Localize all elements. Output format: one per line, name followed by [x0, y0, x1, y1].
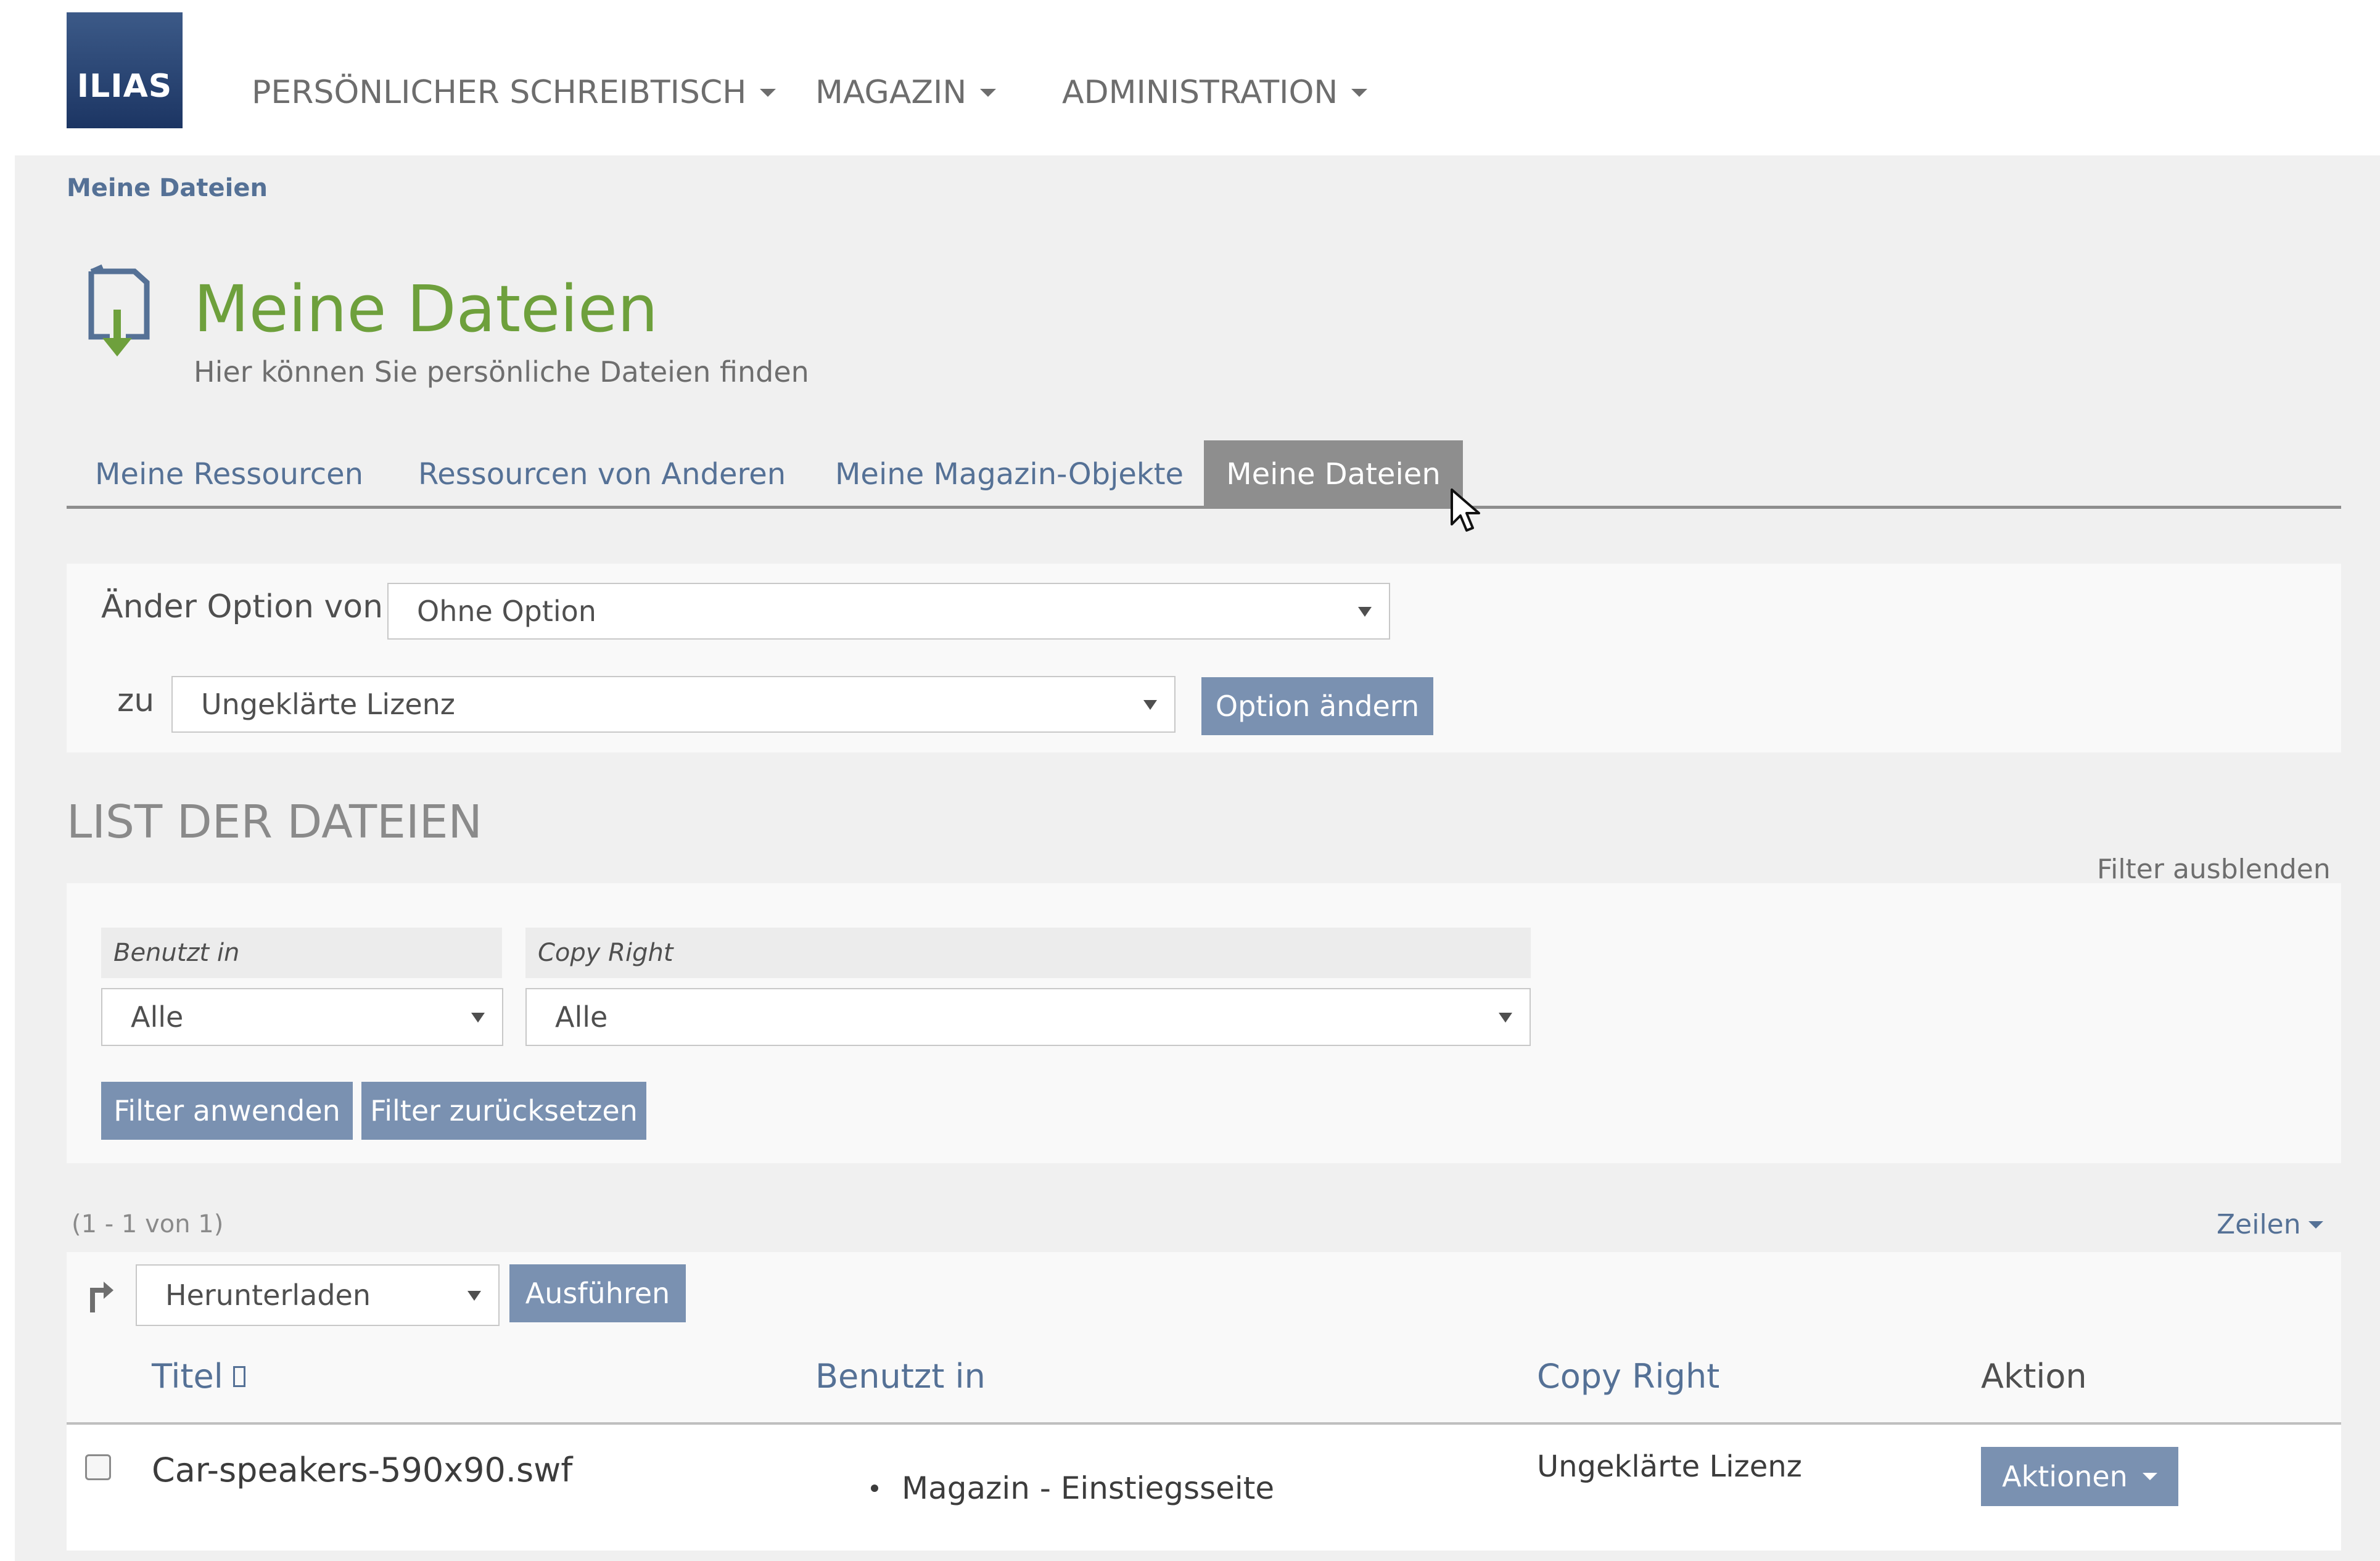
to-option-label: zu: [117, 682, 155, 719]
breadcrumb[interactable]: Meine Dateien: [67, 174, 268, 202]
chevron-down-icon: [2142, 1473, 2157, 1480]
dropdown-arrow-icon: [1358, 607, 1372, 617]
chevron-down-icon: [1351, 88, 1368, 97]
chevron-down-icon: [980, 88, 997, 97]
tab-label: Meine Ressourcen: [95, 457, 364, 492]
page-subtitle: Hier können Sie persönliche Dateien find…: [194, 355, 809, 389]
list-section-title: LIST DER DATEIEN: [67, 796, 482, 849]
sort-icon: [233, 1365, 245, 1387]
tab-meine-magazin-objekte[interactable]: Meine Magazin-Objekte: [835, 440, 1184, 508]
result-count: (1 - 1 von 1): [72, 1210, 224, 1238]
filter-label-text: Copy Right: [538, 939, 673, 967]
tab-meine-dateien[interactable]: Meine Dateien: [1204, 440, 1463, 508]
select-value: Alle: [131, 1000, 184, 1034]
from-option-select[interactable]: Ohne Option: [387, 583, 1390, 640]
select-value: Alle: [555, 1000, 608, 1034]
nav-label: PERSÖNLICHER SCHREIBTISCH: [252, 74, 747, 111]
tab-meine-ressourcen[interactable]: Meine Ressourcen: [95, 440, 363, 508]
select-value: Herunterladen: [165, 1279, 371, 1312]
tab-label: Meine Dateien: [1226, 457, 1441, 492]
logo-text: ILIAS: [76, 68, 173, 105]
nav-administration[interactable]: ADMINISTRATION: [1062, 74, 1368, 111]
column-header-used-in: Benutzt in: [815, 1357, 986, 1396]
bulk-action-select[interactable]: Herunterladen: [136, 1264, 500, 1326]
nav-label: ADMINISTRATION: [1062, 74, 1338, 111]
used-in-text: Magazin - Einstiegsseite: [902, 1470, 1275, 1506]
mouse-cursor-icon: [1451, 488, 1480, 532]
select-value: Ungeklärte Lizenz: [201, 688, 455, 721]
chevron-down-icon: [760, 88, 776, 97]
option-change-button[interactable]: Option ändern: [1201, 677, 1433, 735]
column-header-action: Aktion: [1981, 1357, 2087, 1396]
row-checkbox[interactable]: [85, 1454, 111, 1480]
rows-per-page-button[interactable]: Zeilen: [2217, 1209, 2323, 1240]
execute-button[interactable]: Ausführen: [509, 1264, 686, 1322]
tab-label: Ressourcen von Anderen: [418, 457, 786, 492]
row-actions-button[interactable]: Aktionen: [1981, 1447, 2178, 1506]
nav-magazin[interactable]: MAGAZIN: [815, 74, 997, 111]
ilias-logo[interactable]: ILIAS: [67, 12, 183, 128]
chevron-down-icon: [2308, 1221, 2323, 1229]
reset-filter-button[interactable]: Filter zurücksetzen: [361, 1082, 646, 1140]
copyright-filter-label: Copy Right: [525, 928, 1531, 978]
used-in-filter-label: Benutzt in: [101, 928, 502, 978]
column-header-label: Titel: [152, 1357, 223, 1396]
nav-label: MAGAZIN: [815, 74, 967, 111]
from-option-label: Änder Option von: [101, 588, 384, 625]
column-header-title[interactable]: Titel: [152, 1357, 245, 1396]
file-title: Car-speakers-590x90.swf: [152, 1451, 573, 1489]
dropdown-arrow-icon: [471, 1013, 485, 1023]
column-header-copyright: Copy Right: [1537, 1357, 1720, 1396]
copyright-value: Ungeklärte Lizenz: [1537, 1449, 1802, 1484]
used-in-filter-select[interactable]: Alle: [101, 988, 503, 1046]
select-value: Ohne Option: [417, 595, 596, 628]
to-option-select[interactable]: Ungeklärte Lizenz: [171, 676, 1176, 733]
actions-label: Aktionen: [2002, 1460, 2128, 1493]
hide-filter-link[interactable]: Filter ausblenden: [2097, 854, 2331, 885]
bulk-action-arrow-icon: [90, 1282, 113, 1312]
dropdown-arrow-icon: [467, 1291, 481, 1301]
tab-underline: [67, 506, 2341, 509]
rows-label: Zeilen: [2217, 1209, 2301, 1240]
filter-label-text: Benutzt in: [113, 939, 240, 967]
tab-ressourcen-von-anderen[interactable]: Ressourcen von Anderen: [418, 440, 786, 508]
dropdown-arrow-icon: [1499, 1013, 1512, 1023]
copyright-filter-select[interactable]: Alle: [525, 988, 1531, 1046]
nav-personal-desk[interactable]: PERSÖNLICHER SCHREIBTISCH: [252, 74, 776, 111]
page: ILIAS PERSÖNLICHER SCHREIBTISCH MAGAZIN …: [0, 0, 2380, 1561]
file-download-icon: [88, 264, 150, 356]
apply-filter-button[interactable]: Filter anwenden: [101, 1082, 353, 1140]
tab-label: Meine Magazin-Objekte: [835, 457, 1184, 492]
bullet-icon: [871, 1485, 878, 1492]
used-in-list-item[interactable]: Magazin - Einstiegsseite: [871, 1470, 1274, 1506]
dropdown-arrow-icon: [1143, 700, 1157, 710]
page-title: Meine Dateien: [194, 271, 658, 347]
